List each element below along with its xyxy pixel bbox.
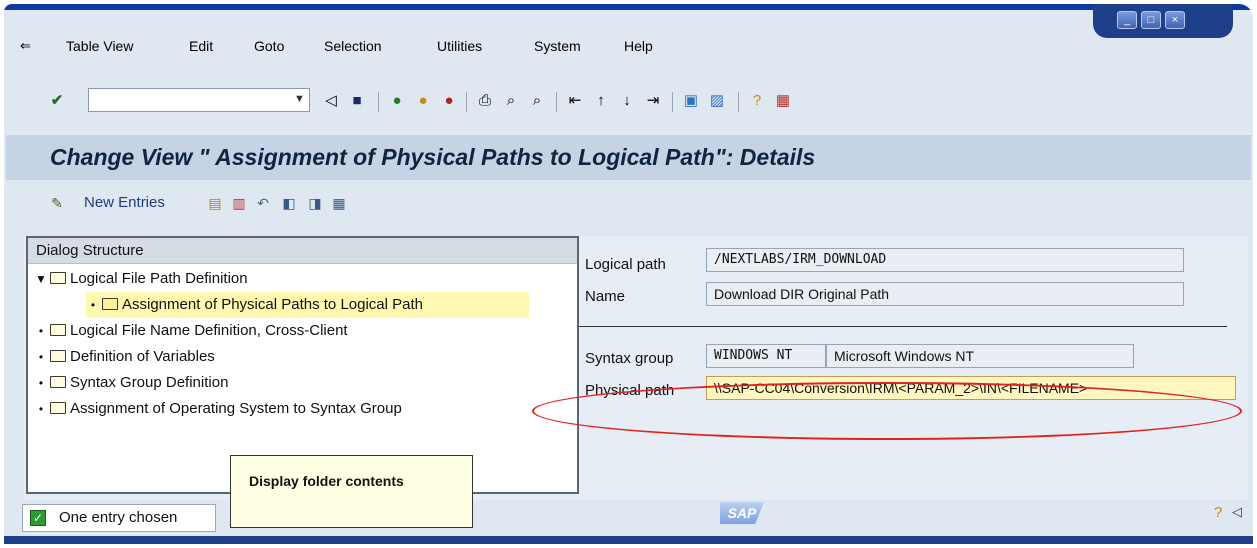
toolbar-separator [378, 92, 379, 112]
back-arrow-icon[interactable]: ● [388, 92, 406, 110]
syntax-group-description: Microsoft Windows NT [826, 344, 1134, 368]
page-title: Change View " Assignment of Physical Pat… [50, 144, 816, 170]
screen-title-bar: Change View " Assignment of Physical Pat… [6, 134, 1251, 180]
minimize-icon[interactable]: _ [1117, 11, 1137, 29]
tree-item-syntax-group-definition[interactable]: • Syntax Group Definition [34, 370, 229, 396]
close-icon[interactable]: × [1165, 11, 1185, 29]
open-folder-icon [102, 298, 118, 310]
sap-logo: SAP [720, 502, 764, 524]
next-page-icon[interactable]: ↓ [618, 92, 636, 110]
syntax-group-label: Syntax group [585, 350, 674, 367]
tree-bullet: • [90, 298, 96, 312]
maximize-icon[interactable]: □ [1141, 11, 1161, 29]
tree-bullet: • [38, 350, 44, 364]
new-entries-button[interactable]: New Entries [84, 194, 165, 211]
create-session-icon[interactable]: ▣ [682, 92, 700, 110]
command-field[interactable] [88, 88, 310, 112]
menu-help[interactable]: Help [624, 38, 653, 54]
menu-bar: ⇐ Table View Edit Goto Selection Utiliti… [4, 32, 1253, 62]
print-icon[interactable]: ⎙ [476, 92, 494, 110]
delete-icon[interactable]: ▥ [230, 194, 248, 212]
menu-table-view[interactable]: Table View [66, 38, 133, 54]
last-page-icon[interactable]: ⇥ [644, 92, 662, 110]
tree-item-label: Logical File Path Definition [70, 270, 248, 287]
tree-item-assignment-physical-paths[interactable]: • Assignment of Physical Paths to Logical… [86, 292, 529, 318]
window-top-strip [4, 4, 1253, 10]
previous-entry-icon[interactable]: ◧ [280, 194, 298, 212]
save-icon[interactable]: ■ [348, 92, 366, 110]
syntax-group-field: WINDOWS NT [706, 344, 826, 368]
expanded-arrow-icon[interactable]: ▼ [34, 266, 48, 292]
menu-goto[interactable]: Goto [254, 38, 284, 54]
dialog-structure-header: Dialog Structure [28, 238, 577, 264]
toolbar-separator [672, 92, 673, 112]
section-divider [579, 326, 1227, 327]
name-field: Download DIR Original Path [706, 282, 1184, 306]
menu-selection[interactable]: Selection [324, 38, 382, 54]
tree-item-label: Syntax Group Definition [70, 374, 229, 391]
logical-path-field: /NEXTLABS/IRM_DOWNLOAD [706, 248, 1184, 272]
copy-as-icon[interactable]: ▤ [206, 194, 224, 212]
menu-system-icon[interactable]: ⇐ [20, 38, 31, 54]
details-panel: Logical path /NEXTLABS/IRM_DOWNLOAD Name… [579, 236, 1248, 500]
content-area: Dialog Structure ▼ Logical File Path Defi… [24, 236, 1248, 500]
folder-icon [50, 376, 66, 388]
tree-bullet: • [38, 402, 44, 416]
tree-item-definition-of-variables[interactable]: • Definition of Variables [34, 344, 215, 370]
prev-page-icon[interactable]: ↑ [592, 92, 610, 110]
find-next-icon[interactable]: ⌕ [528, 92, 546, 110]
success-check-icon: ✓ [30, 510, 46, 526]
status-message: One entry chosen [59, 509, 178, 526]
help-icon[interactable]: ? [1214, 504, 1222, 521]
status-toggle-icon[interactable]: ◁ [1232, 504, 1242, 520]
application-toolbar: ✎ New Entries ▤ ▥ ↶ ◧ ◨ ▦ [4, 184, 1253, 224]
tree-item-label: Logical File Name Definition, Cross-Clie… [70, 322, 348, 339]
tree-bullet: • [38, 376, 44, 390]
tree-item-assignment-os-syntax-group[interactable]: • Assignment of Operating System to Synta… [34, 396, 402, 422]
find-icon[interactable]: ⌕ [502, 92, 520, 110]
select-all-icon[interactable]: ▦ [330, 194, 348, 212]
first-page-icon[interactable]: ⇤ [566, 92, 584, 110]
cancel-icon[interactable]: ● [440, 92, 458, 110]
folder-icon [50, 402, 66, 414]
chevron-down-icon[interactable]: ▼ [294, 93, 305, 105]
enter-icon[interactable]: ✔ [48, 92, 66, 110]
annotation-ellipse [532, 382, 1242, 440]
exit-icon[interactable]: ● [414, 92, 432, 110]
undo-change-icon[interactable]: ↶ [254, 194, 272, 212]
help-icon[interactable]: ? [748, 92, 766, 110]
tree-item-label: Assignment of Physical Paths to Logical … [122, 296, 423, 313]
status-message-box[interactable]: ✓ One entry chosen [22, 504, 216, 532]
tree-bullet: • [38, 324, 44, 338]
tooltip: Display folder contents [230, 455, 473, 528]
menu-utilities[interactable]: Utilities [437, 38, 482, 54]
back-icon[interactable]: ◁ [322, 92, 340, 110]
toolbar-separator [556, 92, 557, 112]
folder-icon [50, 350, 66, 362]
toolbar-separator [466, 92, 467, 112]
folder-icon [50, 272, 66, 284]
name-label: Name [585, 288, 626, 305]
display-change-icon[interactable]: ✎ [48, 194, 66, 212]
shortcut-icon[interactable]: ▨ [708, 92, 726, 110]
menu-system[interactable]: System [534, 38, 581, 54]
tree-item-logical-file-path-definition[interactable]: ▼ Logical File Path Definition [34, 266, 248, 292]
toolbar-separator [738, 92, 739, 112]
folder-icon [50, 324, 66, 336]
menu-edit[interactable]: Edit [189, 38, 213, 54]
tree-item-label: Assignment of Operating System to Syntax… [70, 400, 402, 417]
logical-path-label: Logical path [585, 256, 666, 273]
layout-icon[interactable]: ▦ [774, 92, 792, 110]
sap-window: _ □ × ⇐ Table View Edit Goto Selection U… [4, 4, 1253, 544]
window-bottom-strip [4, 536, 1253, 544]
standard-toolbar: ✔ ▼ ◁ ■ ● ● ● ⎙ ⌕ ⌕ ⇤ ↑ ↓ ⇥ ▣ ▨ ? ▦ [4, 80, 1253, 116]
tree-item-label: Definition of Variables [70, 348, 215, 365]
next-entry-icon[interactable]: ◨ [306, 194, 324, 212]
tree-item-logical-file-name-definition[interactable]: • Logical File Name Definition, Cross-Cli… [34, 318, 348, 344]
